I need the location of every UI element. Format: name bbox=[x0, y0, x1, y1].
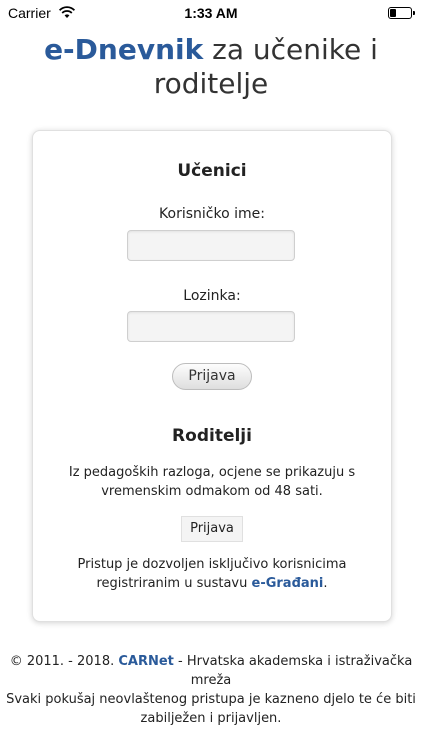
login-card: Učenici Korisničko ime: Lozinka: Prijava… bbox=[32, 130, 392, 622]
students-heading: Učenici bbox=[177, 161, 247, 181]
username-field[interactable] bbox=[127, 230, 295, 261]
e-gradani-link[interactable]: e-Građani bbox=[252, 576, 324, 591]
parent-login-button[interactable]: Prijava bbox=[181, 516, 243, 542]
copyright-text: © 2011. - 2018. bbox=[9, 654, 115, 669]
org-description: - Hrvatska akademska i istraživačka mrež… bbox=[178, 654, 413, 688]
footer: © 2011. - 2018. CARNet - Hrvatska akadem… bbox=[0, 652, 422, 728]
password-field[interactable] bbox=[127, 311, 295, 342]
access-notice: Pristup je dozvoljen isključivo korisnic… bbox=[53, 555, 371, 593]
clock: 1:33 AM bbox=[184, 5, 238, 21]
carnet-link[interactable]: CARNet bbox=[118, 654, 174, 669]
page-title: e-Dnevnik za učenike i roditelje bbox=[0, 33, 422, 101]
status-bar: Carrier 1:33 AM bbox=[0, 0, 422, 28]
parents-heading: Roditelji bbox=[172, 426, 252, 446]
username-label: Korisničko ime: bbox=[159, 206, 265, 222]
footer-copyright-line: © 2011. - 2018. CARNet - Hrvatska akadem… bbox=[0, 652, 422, 690]
battery-icon bbox=[388, 7, 415, 19]
footer-warning: Svaki pokušaj neovlaštenog pristupa je k… bbox=[6, 692, 416, 726]
access-end: . bbox=[323, 576, 328, 591]
parents-notice: Iz pedagoških razloga, ocjene se prikazu… bbox=[68, 465, 356, 499]
brand-name: e-Dnevnik bbox=[44, 33, 204, 66]
password-label: Lozinka: bbox=[183, 288, 241, 304]
student-login-button[interactable]: Prijava bbox=[172, 363, 252, 390]
